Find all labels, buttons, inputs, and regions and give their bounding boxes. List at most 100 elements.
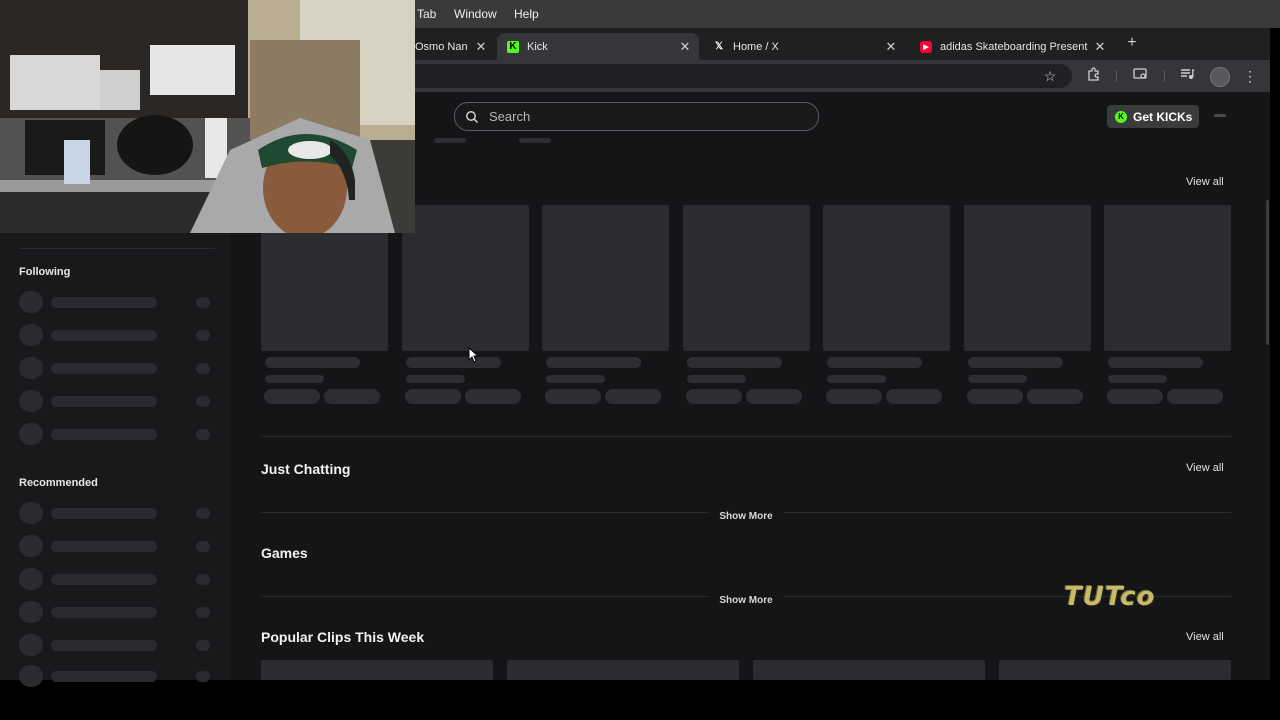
channel-tag-skeleton: [1167, 389, 1223, 404]
channel-tag-skeleton: [967, 389, 1023, 404]
viewer-count-skeleton: [196, 363, 210, 374]
avatar-skeleton: [19, 324, 43, 346]
search-box[interactable]: [454, 102, 819, 131]
close-icon[interactable]: ✕: [883, 39, 899, 55]
channel-name-skeleton: [51, 396, 157, 407]
channel-tag-skeleton: [264, 389, 320, 404]
channel-tag-skeleton: [686, 389, 742, 404]
view-all-link[interactable]: View all: [1186, 631, 1224, 643]
channel-subtitle-skeleton: [265, 375, 324, 383]
channel-tag-skeleton: [324, 389, 380, 404]
viewer-count-skeleton: [196, 330, 210, 341]
tab-osmo[interactable]: Osmo Nan ✕: [415, 33, 495, 60]
channel-thumbnail-skeleton[interactable]: [683, 205, 810, 351]
channel-subtitle-skeleton: [546, 375, 605, 383]
menu-icon[interactable]: ⋮: [1240, 66, 1260, 86]
channel-name-skeleton: [51, 640, 157, 651]
avatar-skeleton: [19, 291, 43, 313]
channel-name-skeleton: [51, 363, 157, 374]
show-more-button[interactable]: Show More: [709, 511, 783, 522]
avatar-skeleton: [19, 357, 43, 379]
viewer-count-skeleton: [196, 671, 210, 682]
close-icon[interactable]: ✕: [1092, 39, 1108, 55]
close-icon[interactable]: ✕: [473, 39, 489, 55]
category-pill[interactable]: [434, 138, 466, 143]
clip-card[interactable]: [261, 660, 493, 680]
channel-subtitle-skeleton: [687, 375, 746, 383]
channel-name-skeleton: [51, 607, 157, 618]
channel-name-skeleton: [51, 671, 157, 682]
channel-name-skeleton: [51, 508, 157, 519]
viewer-count-skeleton: [196, 607, 210, 618]
channel-name-skeleton: [51, 297, 157, 308]
viewer-count-skeleton: [196, 574, 210, 585]
channel-thumbnail-skeleton[interactable]: [1104, 205, 1231, 351]
channel-title-skeleton: [827, 357, 922, 368]
plus-icon[interactable]: +: [1124, 34, 1140, 52]
viewer-count-skeleton: [196, 297, 210, 308]
channel-tag-skeleton: [545, 389, 601, 404]
view-all-link[interactable]: View all: [1186, 176, 1224, 188]
channel-title-skeleton: [1108, 357, 1203, 368]
menu-window[interactable]: Window: [454, 0, 497, 28]
star-icon[interactable]: ☆: [1040, 66, 1060, 86]
tab-title: Home / X: [733, 40, 779, 53]
channel-name-skeleton: [51, 541, 157, 552]
channel-title-skeleton: [546, 357, 641, 368]
tab-youtube[interactable]: ▶ adidas Skateboarding Present ✕: [910, 33, 1114, 60]
sidebar-heading-recommended: Recommended: [19, 477, 98, 489]
extensions-icon[interactable]: [1084, 66, 1104, 86]
show-more-wrap: Show More: [261, 506, 1231, 524]
viewer-count-skeleton: [196, 541, 210, 552]
page-scrollbar[interactable]: [1266, 200, 1269, 345]
media-icon[interactable]: [1177, 66, 1197, 86]
profile-icon[interactable]: [1210, 67, 1230, 87]
channel-subtitle-skeleton: [827, 375, 886, 383]
clip-card[interactable]: [507, 660, 739, 680]
tab-x[interactable]: 𝕏 Home / X ✕: [703, 33, 905, 60]
avatar-skeleton: [19, 423, 43, 445]
kick-logo-icon: K: [507, 40, 519, 53]
category-pill[interactable]: [519, 138, 551, 143]
section-title-popular-clips: Popular Clips This Week: [261, 629, 425, 645]
section-title-just-chatting: Just Chatting: [261, 461, 351, 477]
cast-icon[interactable]: [1130, 66, 1150, 86]
clip-card[interactable]: [999, 660, 1231, 680]
channel-thumbnail-skeleton[interactable]: [542, 205, 669, 351]
show-more-button[interactable]: Show More: [709, 595, 783, 606]
viewer-count-skeleton: [196, 640, 210, 651]
channel-thumbnail-skeleton[interactable]: [823, 205, 950, 351]
channel-tag-skeleton: [746, 389, 802, 404]
tab-title: adidas Skateboarding Present: [940, 40, 1088, 53]
get-kicks-button[interactable]: K Get KICKs: [1107, 105, 1199, 128]
user-menu[interactable]: [1214, 114, 1226, 117]
viewer-count-skeleton: [196, 429, 210, 440]
section-divider: [261, 436, 1231, 437]
sidebar-divider: [19, 248, 215, 249]
tab-kick[interactable]: K Kick ✕: [497, 33, 699, 60]
toolbar-separator: [1116, 70, 1117, 82]
viewer-count-skeleton: [196, 396, 210, 407]
avatar-skeleton: [19, 568, 43, 590]
channel-title-skeleton: [687, 357, 782, 368]
view-all-link[interactable]: View all: [1186, 462, 1224, 474]
channel-subtitle-skeleton: [968, 375, 1027, 383]
menu-help[interactable]: Help: [514, 0, 539, 28]
clip-card[interactable]: [753, 660, 985, 680]
channel-name-skeleton: [51, 574, 157, 585]
channel-thumbnail-skeleton[interactable]: [402, 205, 529, 351]
channel-tag-skeleton: [1107, 389, 1163, 404]
kicks-coin-icon: K: [1115, 110, 1127, 123]
sidebar-heading-following: Following: [19, 266, 71, 278]
menu-tab[interactable]: Tab: [417, 0, 436, 28]
tab-title: Osmo Nan: [415, 40, 468, 53]
avatar-skeleton: [19, 535, 43, 557]
viewer-count-skeleton: [196, 508, 210, 519]
channel-title-skeleton: [265, 357, 360, 368]
search-input[interactable]: [487, 108, 791, 125]
channel-thumbnail-skeleton[interactable]: [964, 205, 1091, 351]
mouse-cursor-icon: [468, 347, 480, 363]
close-icon[interactable]: ✕: [677, 39, 693, 55]
channel-tag-skeleton: [886, 389, 942, 404]
channel-tag-skeleton: [826, 389, 882, 404]
